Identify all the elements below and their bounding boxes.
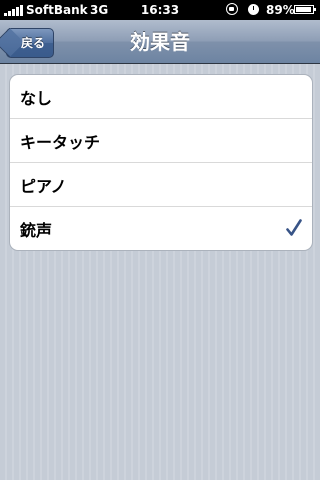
battery-icon (294, 5, 316, 14)
list-item-label: ピアノ (20, 176, 67, 196)
navigation-bar: 戻る 効果音 (0, 20, 320, 64)
battery-percentage: 89% (266, 3, 295, 17)
list-item-label: 銃声 (20, 220, 53, 240)
list-item-key-touch[interactable]: キータッチ (10, 119, 312, 163)
alarm-icon (248, 4, 259, 15)
checkmark-icon (286, 219, 302, 236)
list-item-piano[interactable]: ピアノ (10, 163, 312, 207)
status-bar: SoftBank 3G 16:33 89% (0, 0, 320, 20)
sound-effect-list: なし キータッチ ピアノ 銃声 (9, 74, 313, 251)
back-button-label: 戻る (20, 36, 45, 50)
page-title: 効果音 (130, 30, 190, 54)
back-button[interactable]: 戻る (6, 28, 54, 58)
list-item-label: なし (20, 88, 53, 108)
rotation-lock-icon (226, 3, 238, 15)
list-item-label: キータッチ (20, 132, 101, 152)
list-item-none[interactable]: なし (10, 75, 312, 119)
list-item-gunshot[interactable]: 銃声 (10, 207, 312, 250)
